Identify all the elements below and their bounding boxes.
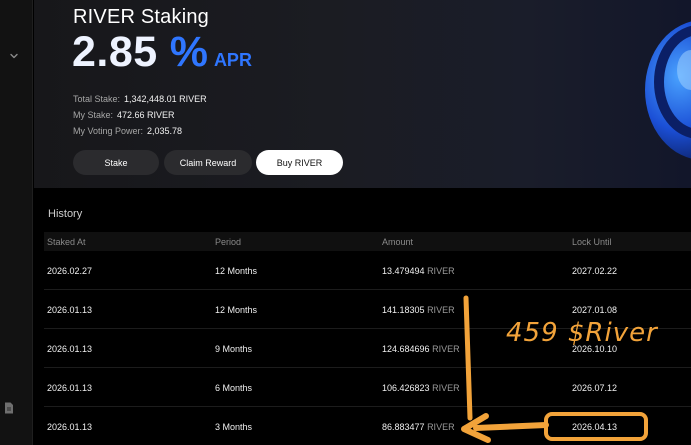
total-stake-value: 1,342,448.01 RIVER — [124, 94, 207, 104]
amount-unit: RIVER — [427, 422, 455, 432]
left-sidebar — [0, 0, 33, 445]
staked-at-cell: 2026.01.13 — [47, 422, 93, 432]
total-stake-label: Total Stake: — [73, 94, 121, 104]
my-stake-line: My Stake: 472.66 RIVER — [73, 107, 207, 123]
amount-unit: RIVER — [427, 305, 455, 315]
amount-value: 124.684696 — [382, 344, 430, 354]
amount-value: 141.18305 — [382, 305, 425, 315]
staked-at-cell: 2026.01.13 — [47, 383, 93, 393]
apr-value: 2.85 — [72, 28, 158, 76]
amount-unit: RIVER — [432, 344, 460, 354]
col-amount: Amount — [382, 237, 414, 247]
apr-display: 2.85 % APR — [72, 28, 252, 77]
my-stake-label: My Stake: — [73, 110, 114, 120]
chevron-down-icon[interactable] — [8, 50, 20, 62]
amount-cell: 124.684696 RIVER — [382, 344, 460, 354]
buy-river-button[interactable]: Buy RIVER — [256, 150, 343, 175]
lock-until-cell: 2026.07.12 — [572, 383, 618, 393]
staked-at-cell: 2026.01.13 — [47, 305, 93, 315]
annotation-text: 459 $River — [506, 318, 658, 348]
amount-cell: 141.18305 RIVER — [382, 305, 455, 315]
amount-value: 86.883477 — [382, 422, 425, 432]
history-title: History — [48, 208, 83, 220]
amount-unit: RIVER — [427, 266, 455, 276]
lock-until-cell: 2026.04.13 — [572, 422, 618, 432]
period-cell: 3 Months — [215, 422, 253, 432]
col-period: Period — [215, 237, 242, 247]
staked-at-cell: 2026.02.27 — [47, 266, 93, 276]
river-logo — [645, 21, 691, 159]
voting-power-label: My Voting Power: — [73, 126, 144, 136]
voting-power-value: 2,035.78 — [147, 126, 183, 136]
table-row: 2026.02.27 12 Months 13.479494 RIVER 202… — [44, 251, 691, 290]
amount-cell: 106.426823 RIVER — [382, 383, 460, 393]
amount-value: 106.426823 — [382, 383, 430, 393]
apr-label: APR — [213, 50, 252, 70]
table-row: 2026.01.13 6 Months 106.426823 RIVER 202… — [44, 368, 691, 407]
lock-until-cell: 2027.01.08 — [572, 305, 618, 315]
document-icon[interactable] — [4, 402, 14, 414]
staking-hero: RIVER Staking 2.85 % APR Total Stake: 1,3… — [34, 0, 691, 188]
amount-unit: RIVER — [432, 383, 460, 393]
period-cell: 6 Months — [215, 383, 253, 393]
stake-button[interactable]: Stake — [73, 150, 159, 175]
period-cell: 12 Months — [215, 305, 258, 315]
col-lock-until: Lock Until — [572, 237, 612, 247]
page-title: RIVER Staking — [73, 6, 209, 28]
stake-stats: Total Stake: 1,342,448.01 RIVER My Stake:… — [73, 91, 207, 139]
total-stake-line: Total Stake: 1,342,448.01 RIVER — [73, 91, 207, 107]
claim-reward-button[interactable]: Claim Reward — [164, 150, 252, 175]
staked-at-cell: 2026.01.13 — [47, 344, 93, 354]
lock-until-cell: 2027.02.22 — [572, 266, 618, 276]
history-table-header: Staked At Period Amount Lock Until — [44, 232, 691, 251]
amount-value: 13.479494 — [382, 266, 425, 276]
my-stake-value: 472.66 RIVER — [117, 110, 175, 120]
period-cell: 9 Months — [215, 344, 253, 354]
amount-cell: 13.479494 RIVER — [382, 266, 455, 276]
apr-percent-sign: % — [169, 28, 208, 76]
amount-cell: 86.883477 RIVER — [382, 422, 455, 432]
col-staked-at: Staked At — [47, 237, 86, 247]
table-row: 2026.01.13 3 Months 86.883477 RIVER 2026… — [44, 407, 691, 445]
period-cell: 12 Months — [215, 266, 258, 276]
voting-power-line: My Voting Power: 2,035.78 — [73, 123, 207, 139]
history-section: History Staked At Period Amount Lock Unt… — [34, 188, 691, 445]
